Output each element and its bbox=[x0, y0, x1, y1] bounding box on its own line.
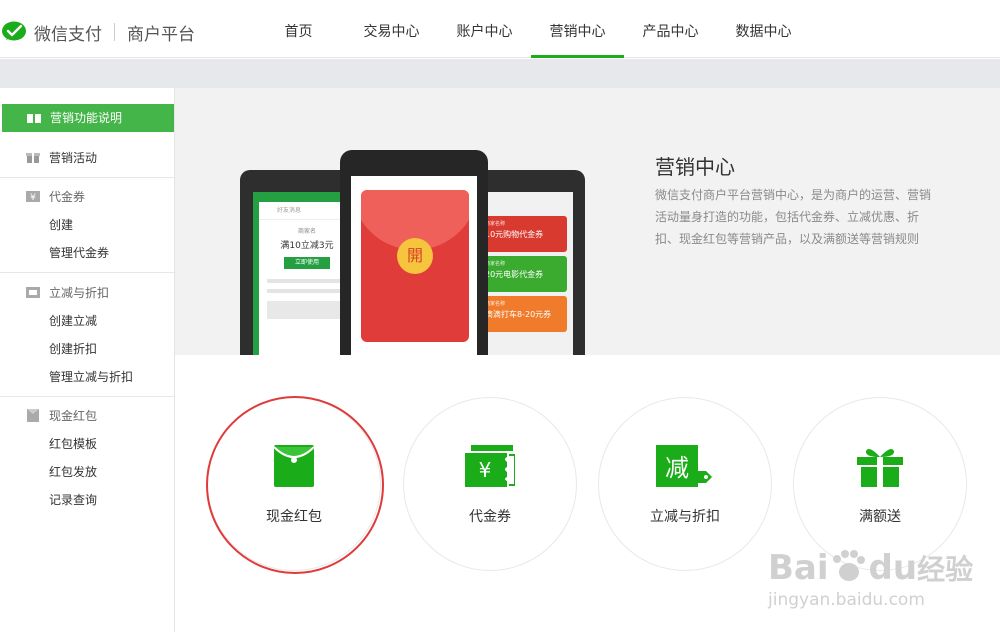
coupon-title: 商家名称 bbox=[485, 261, 506, 267]
sidebar-divider bbox=[0, 396, 174, 397]
watermark-brand: Bai bbox=[768, 548, 829, 588]
baidu-watermark-url: jingyan.baidu.com bbox=[768, 590, 925, 610]
wechat-pay-check-icon bbox=[2, 21, 26, 41]
svg-text:¥: ¥ bbox=[30, 193, 36, 203]
sidebar-divider bbox=[0, 177, 174, 178]
nav-account[interactable]: 账户中心 bbox=[438, 0, 531, 58]
banner-title: 营销中心 bbox=[655, 155, 735, 179]
logo-separator bbox=[114, 23, 115, 41]
wechat-pay-logo[interactable]: 微信支付 商户平台 bbox=[2, 18, 195, 46]
coupon-title: 商家名称 bbox=[485, 301, 506, 307]
gift-box-icon bbox=[26, 153, 40, 163]
watermark-cn: 经验 bbox=[917, 553, 974, 586]
card-label: 立减与折扣 bbox=[650, 509, 720, 525]
sidebar-section-title: 代金券 bbox=[49, 190, 86, 204]
nav-products[interactable]: 产品中心 bbox=[624, 0, 717, 58]
paw-icon bbox=[832, 550, 865, 581]
coupon-text: 20元电影代金券 bbox=[485, 270, 544, 279]
sidebar-heading-discount: 立减与折扣 bbox=[0, 279, 174, 307]
sidebar-divider bbox=[0, 272, 174, 273]
brand-name: 微信支付 bbox=[34, 24, 102, 45]
sidebar-item-activity[interactable]: 营销活动 bbox=[0, 144, 174, 172]
nav-data[interactable]: 数据中心 bbox=[717, 0, 810, 58]
red-packet-icon bbox=[273, 445, 315, 487]
coupon-1: 商家名称 10元购物代金券 bbox=[479, 216, 567, 252]
sidebar-heading-red-packet: 现金红包 bbox=[0, 402, 174, 430]
center-phone: 開 bbox=[340, 150, 488, 355]
nav-marketing[interactable]: 营销中心 bbox=[531, 0, 624, 58]
sidebar-section-voucher: ¥ 代金券 创建 管理代金券 bbox=[0, 183, 174, 267]
sidebar-item-packet-template[interactable]: 红包模板 bbox=[0, 430, 174, 458]
sidebar-item-packet-send[interactable]: 红包发放 bbox=[0, 458, 174, 486]
sidebar-item-create-voucher[interactable]: 创建 bbox=[0, 211, 174, 239]
red-envelope: 開 bbox=[361, 190, 469, 342]
sidebar-section-discount: 立减与折扣 创建立减 创建折扣 管理立减与折扣 bbox=[0, 279, 174, 391]
red-packet-small-icon bbox=[27, 409, 39, 422]
voucher-small-icon: ¥ bbox=[26, 191, 40, 203]
card-discount[interactable]: 减 立减与折扣 bbox=[598, 397, 772, 571]
gift-icon bbox=[857, 449, 903, 487]
center-phone-screen: 開 bbox=[351, 176, 477, 355]
platform-name: 商户平台 bbox=[127, 24, 195, 45]
sidebar-section-title: 立减与折扣 bbox=[49, 286, 110, 300]
sidebar-section-activity: 营销活动 bbox=[0, 144, 174, 172]
offer-line bbox=[267, 279, 347, 283]
top-bar: 微信支付 商户平台 首页 交易中心 账户中心 营销中心 产品中心 数据中心 bbox=[0, 0, 1000, 58]
svg-text:¥: ¥ bbox=[479, 458, 492, 482]
coupon-2: 商家名称 20元电影代金券 bbox=[479, 256, 567, 292]
card-red-packet[interactable]: 现金红包 bbox=[207, 397, 381, 571]
offer-use-button: 立即使用 bbox=[284, 257, 330, 269]
discount-icon: 减 bbox=[656, 445, 712, 487]
banner-description: 微信支付商户平台营销中心，是为商户的运营、营销活动量身打造的功能，包括代金券、立… bbox=[655, 188, 932, 246]
watermark-brand-2: du bbox=[868, 548, 918, 588]
header-band bbox=[0, 59, 1000, 88]
baidu-watermark: Bai du经验 bbox=[768, 548, 973, 588]
sidebar-item-label: 营销功能说明 bbox=[50, 111, 123, 125]
sidebar-item-manage-voucher[interactable]: 管理代金券 bbox=[0, 239, 174, 267]
coupon-text: 滴滴打车8-20元券 bbox=[485, 310, 552, 319]
nav-home[interactable]: 首页 bbox=[252, 0, 345, 58]
book-icon bbox=[27, 114, 41, 123]
right-phone: 商家名称 10元购物代金券 商家名称 20元电影代金券 商家名称 滴滴打车8-2… bbox=[475, 170, 585, 355]
coupon-text: 10元购物代金券 bbox=[485, 230, 544, 239]
sidebar-item-marketing-intro[interactable]: 营销功能说明 bbox=[2, 104, 174, 132]
coupon-3: 商家名称 滴滴打车8-20元券 bbox=[479, 296, 567, 332]
main-nav: 首页 交易中心 账户中心 营销中心 产品中心 数据中心 bbox=[252, 0, 810, 58]
card-gift[interactable]: 满额送 bbox=[793, 397, 967, 571]
sidebar: 营销功能说明 营销活动 ¥ 代金券 创建 管理代金券 立减与折扣 创建立减 创建… bbox=[0, 88, 175, 632]
sidebar-section-title: 现金红包 bbox=[49, 409, 98, 423]
offer-block bbox=[267, 301, 347, 319]
voucher-icon: ¥ bbox=[465, 445, 515, 487]
offer-line bbox=[267, 289, 347, 293]
sidebar-item-create-discount[interactable]: 创建折扣 bbox=[0, 335, 174, 363]
sidebar-item-create-reduction[interactable]: 创建立减 bbox=[0, 307, 174, 335]
sidebar-item-manage-discount[interactable]: 管理立减与折扣 bbox=[0, 363, 174, 391]
coupon-title: 商家名称 bbox=[485, 221, 506, 227]
card-label: 满额送 bbox=[859, 509, 901, 525]
sidebar-item-label: 营销活动 bbox=[49, 151, 98, 165]
left-phone: 好友消息 商家名 满10立减3元 立即使用 bbox=[240, 170, 355, 355]
svg-text:减: 减 bbox=[665, 454, 689, 482]
sidebar-heading-voucher: ¥ 代金券 bbox=[0, 183, 174, 211]
open-button: 開 bbox=[397, 238, 433, 274]
card-voucher[interactable]: ¥ 代金券 bbox=[403, 397, 577, 571]
right-phone-screen: 商家名称 10元购物代金券 商家名称 20元电影代金券 商家名称 滴滴打车8-2… bbox=[475, 192, 573, 355]
card-label: 现金红包 bbox=[266, 509, 322, 525]
nav-transactions[interactable]: 交易中心 bbox=[345, 0, 438, 58]
sidebar-item-records[interactable]: 记录查询 bbox=[0, 486, 174, 514]
marketing-banner: 好友消息 商家名 满10立减3元 立即使用 商家名称 10元购物代金券 商家名称… bbox=[175, 88, 1000, 355]
discount-small-icon bbox=[26, 287, 40, 298]
sidebar-section-red-packet: 现金红包 红包模板 红包发放 记录查询 bbox=[0, 402, 174, 514]
card-label: 代金券 bbox=[469, 509, 511, 525]
